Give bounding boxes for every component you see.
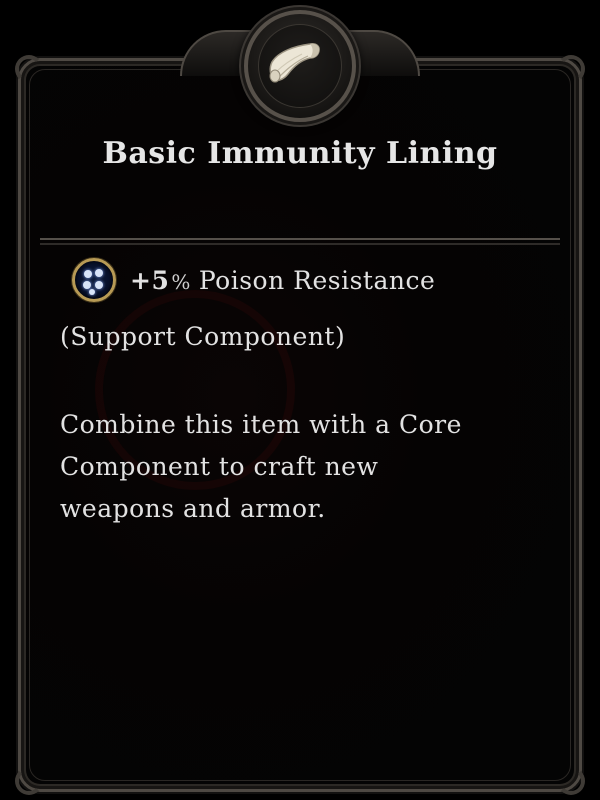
stat-value: +5 bbox=[130, 265, 170, 295]
title-divider bbox=[40, 238, 560, 248]
description-line: weapons and armor. bbox=[60, 494, 326, 523]
corner-ornament bbox=[557, 767, 585, 795]
item-icon-frame bbox=[244, 10, 356, 122]
item-title: Basic Immunity Lining bbox=[102, 136, 498, 171]
corner-ornament bbox=[15, 767, 43, 795]
item-tooltip: Basic Immunity Lining +5% Poison Resistan… bbox=[0, 0, 600, 800]
corner-ornament bbox=[15, 55, 43, 83]
item-description: Combine this item with a Core Component … bbox=[60, 404, 550, 530]
stat-label: Poison Resistance bbox=[198, 265, 436, 295]
resistance-orb-icon bbox=[72, 258, 116, 302]
scroll-icon bbox=[269, 43, 320, 83]
description-line: Combine this item with a Core bbox=[60, 410, 462, 439]
corner-ornament bbox=[557, 55, 585, 83]
stat-text: +5% Poison Resistance bbox=[130, 266, 435, 295]
stat-row: +5% Poison Resistance bbox=[72, 255, 435, 305]
description-line: Component to craft new bbox=[60, 452, 379, 481]
stat-unit: % bbox=[171, 269, 191, 294]
component-type: (Support Component) bbox=[60, 322, 346, 351]
